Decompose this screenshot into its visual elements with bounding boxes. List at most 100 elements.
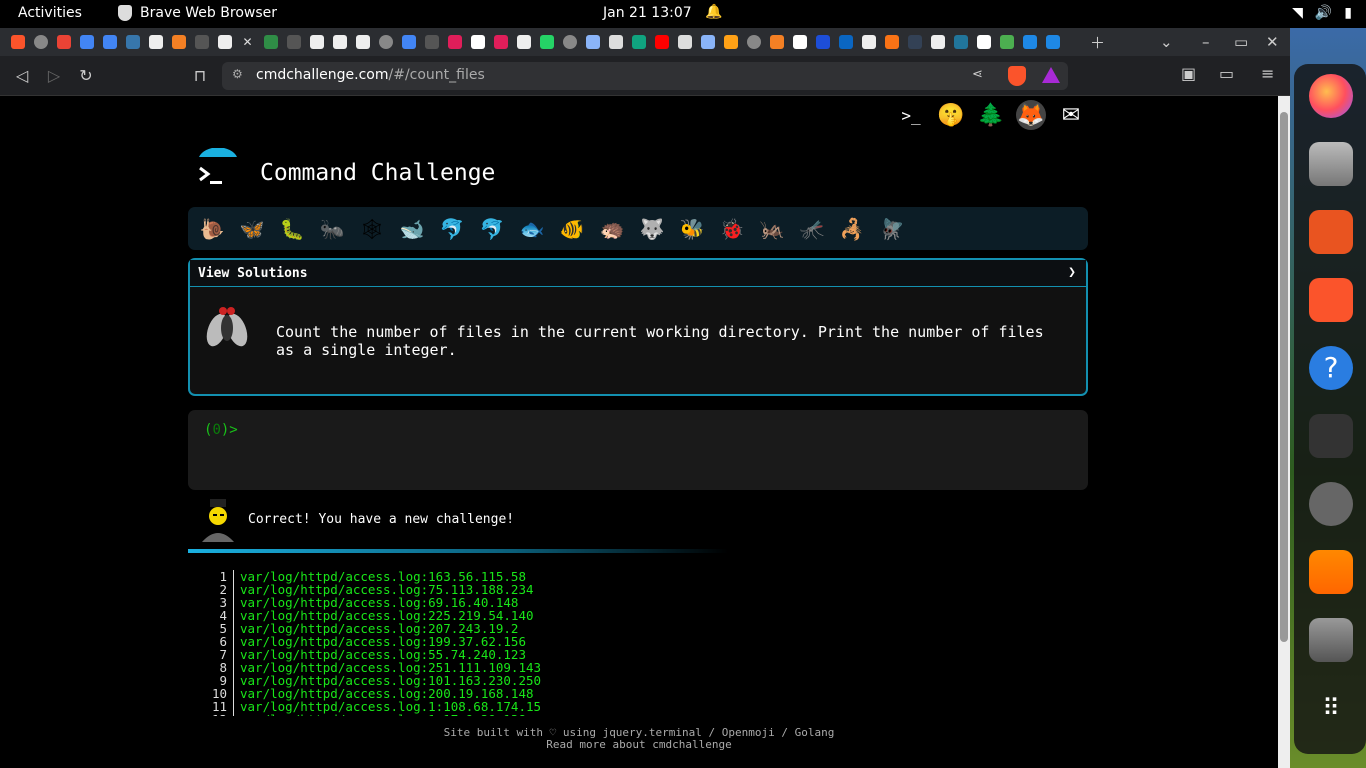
browser-tab[interactable] <box>374 32 397 52</box>
browser-tab[interactable] <box>880 32 903 52</box>
disk-icon[interactable] <box>1309 618 1353 662</box>
browser-tab[interactable] <box>351 32 374 52</box>
browser-tab[interactable] <box>558 32 581 52</box>
browser-tab[interactable] <box>489 32 512 52</box>
software-updater-icon[interactable] <box>1309 482 1353 526</box>
browser-tab[interactable] <box>213 32 236 52</box>
brave-icon[interactable] <box>1309 278 1353 322</box>
challenge-critter-icon[interactable]: 🦂 <box>836 217 868 241</box>
minimize-icon[interactable]: – <box>1202 28 1210 56</box>
browser-tab[interactable] <box>650 32 673 52</box>
challenge-critter-icon[interactable]: 🐬 <box>476 217 508 241</box>
wallet-icon[interactable]: ▭ <box>1219 64 1234 83</box>
address-bar[interactable]: ⚙ cmdchallenge.com/#/count_files ⋖ <box>222 62 1068 90</box>
browser-tab[interactable] <box>788 32 811 52</box>
shushing-face-icon[interactable]: 🤫 <box>936 100 966 130</box>
browser-tab[interactable] <box>305 32 328 52</box>
site-info-icon[interactable]: ⚙ <box>232 67 243 81</box>
challenge-critter-icon[interactable]: 🐟 <box>516 217 548 241</box>
browser-tab[interactable] <box>1041 32 1064 52</box>
challenge-critter-icon[interactable]: 🦗 <box>756 217 788 241</box>
challenge-critter-icon[interactable]: 🐋 <box>396 217 428 241</box>
browser-tab[interactable] <box>811 32 834 52</box>
browser-tab[interactable]: ✕ <box>236 32 259 52</box>
menu-icon[interactable]: ≡ <box>1261 64 1274 83</box>
browser-tab[interactable] <box>696 32 719 52</box>
challenge-critter-icon[interactable]: 🐠 <box>556 217 588 241</box>
browser-tab[interactable] <box>903 32 926 52</box>
mail-icon[interactable]: ✉ <box>1056 100 1086 130</box>
browser-tab[interactable] <box>604 32 627 52</box>
challenge-critter-icon[interactable]: 🐺 <box>636 217 668 241</box>
tab-search-icon[interactable]: ⌄ <box>1160 28 1173 56</box>
maximize-icon[interactable]: ▭ <box>1234 28 1248 56</box>
challenge-critter-icon[interactable]: 🐛 <box>276 217 308 241</box>
apps-grid-icon[interactable]: ⠿ <box>1309 686 1353 730</box>
footer-read-more[interactable]: Read more about cmdchallenge <box>0 739 1278 751</box>
browser-tab[interactable] <box>466 32 489 52</box>
browser-tab[interactable] <box>742 32 765 52</box>
browser-tab[interactable] <box>1018 32 1041 52</box>
brave-shields-icon[interactable] <box>1008 66 1026 86</box>
browser-tab[interactable] <box>972 32 995 52</box>
browser-tab[interactable] <box>98 32 121 52</box>
view-solutions-header[interactable]: View Solutions ❯ <box>190 260 1086 287</box>
browser-tab[interactable] <box>420 32 443 52</box>
browser-tab[interactable] <box>190 32 213 52</box>
browser-tab[interactable] <box>144 32 167 52</box>
system-tray[interactable]: ◥ 🔊 ▮ <box>1292 5 1352 21</box>
browser-tab[interactable] <box>627 32 650 52</box>
challenge-critter-icon[interactable]: 🦋 <box>236 217 268 241</box>
terminal-prompt[interactable]: (0)> <box>204 422 238 438</box>
firefox-icon[interactable] <box>1309 74 1353 118</box>
help-icon[interactable]: ? <box>1309 346 1353 390</box>
challenge-critter-icon[interactable]: 🪰 <box>876 217 908 241</box>
browser-tab[interactable] <box>52 32 75 52</box>
browser-tab[interactable] <box>259 32 282 52</box>
activities-button[interactable]: Activities <box>18 5 82 21</box>
browser-tab[interactable] <box>926 32 949 52</box>
files-icon[interactable] <box>1309 142 1353 186</box>
browser-tab[interactable] <box>673 32 696 52</box>
challenge-critter-icon[interactable]: 🐜 <box>316 217 348 241</box>
close-window-icon[interactable]: ✕ <box>1266 28 1279 56</box>
terminal[interactable]: (0)> <box>188 410 1088 490</box>
sidebar-toggle-icon[interactable]: ▣ <box>1181 64 1196 83</box>
terminal-logo-icon[interactable]: >_ <box>896 100 926 130</box>
browser-tab[interactable] <box>535 32 558 52</box>
url-text[interactable]: cmdchallenge.com/#/count_files <box>256 67 485 83</box>
browser-tab[interactable] <box>6 32 29 52</box>
challenge-critter-icon[interactable]: 🐞 <box>716 217 748 241</box>
tree-icon[interactable]: 🌲 <box>976 100 1006 130</box>
browser-tab[interactable] <box>328 32 351 52</box>
browser-tab[interactable] <box>581 32 604 52</box>
challenge-critter-icon[interactable]: 🐝 <box>676 217 708 241</box>
browser-tab[interactable] <box>512 32 535 52</box>
browser-tab[interactable] <box>765 32 788 52</box>
browser-tab[interactable] <box>167 32 190 52</box>
vlc-icon[interactable] <box>1309 550 1353 594</box>
browser-tab[interactable] <box>29 32 52 52</box>
page-scrollbar[interactable] <box>1278 96 1290 768</box>
clock[interactable]: Jan 21 13:07 <box>603 5 692 21</box>
new-tab-button[interactable]: ＋ <box>1090 28 1105 56</box>
browser-tab[interactable] <box>443 32 466 52</box>
back-icon[interactable]: ◁ <box>10 64 34 88</box>
app-center-icon[interactable] <box>1309 210 1353 254</box>
challenge-critter-icon[interactable]: 🕸 <box>356 217 388 241</box>
bookmark-icon[interactable]: ⊓ <box>188 64 212 88</box>
browser-tab[interactable] <box>719 32 742 52</box>
browser-tab[interactable] <box>282 32 305 52</box>
browser-tab[interactable] <box>995 32 1018 52</box>
forward-icon[interactable]: ▷ <box>42 64 66 88</box>
gitlab-icon[interactable]: 🦊 <box>1016 100 1046 130</box>
terminal-icon[interactable] <box>1309 414 1353 458</box>
browser-tab[interactable] <box>75 32 98 52</box>
challenge-critter-icon[interactable]: 🐬 <box>436 217 468 241</box>
browser-tab[interactable] <box>834 32 857 52</box>
share-icon[interactable]: ⋖ <box>972 67 983 82</box>
reload-icon[interactable]: ↻ <box>74 64 98 88</box>
browser-tab[interactable] <box>121 32 144 52</box>
browser-tab[interactable] <box>949 32 972 52</box>
browser-tab[interactable] <box>857 32 880 52</box>
